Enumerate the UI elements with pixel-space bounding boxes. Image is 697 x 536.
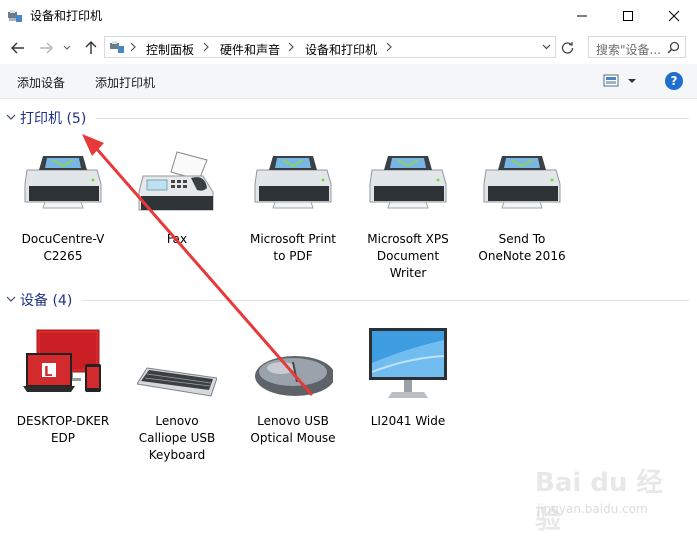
close-icon: [668, 10, 680, 22]
breadcrumb-separator-icon: [288, 42, 294, 52]
watermark-brand: Bai du 经验: [535, 468, 663, 535]
breadcrumb-hardware-sound[interactable]: 硬件和声音: [220, 41, 280, 58]
device-label: DocuCentre-V C2265: [21, 232, 105, 263]
printer-icon: [254, 156, 332, 209]
add-printer-button[interactable]: 添加打印机: [95, 74, 155, 91]
device-label: Microsoft Print to PDF: [249, 232, 337, 263]
add-device-button[interactable]: 添加设备: [17, 74, 65, 91]
device-item-ms-xps-writer[interactable]: Microsoft XPS Document Writer: [353, 146, 463, 286]
back-button[interactable]: [8, 38, 28, 58]
monitor-icon: [369, 328, 447, 398]
mouse-icon: [255, 356, 333, 396]
help-button[interactable]: ?: [665, 72, 683, 90]
minimize-button[interactable]: [559, 0, 605, 32]
device-item-mouse[interactable]: Lenovo USB Optical Mouse: [238, 328, 348, 448]
device-item-ms-print-to-pdf[interactable]: Microsoft Print to PDF: [238, 146, 348, 271]
group-divider: [82, 300, 689, 301]
svg-text:L: L: [44, 365, 52, 380]
group-divider: [96, 118, 689, 119]
breadcrumb-devices-printers[interactable]: 设备和打印机: [305, 41, 377, 58]
control-panel-icon: [110, 41, 124, 53]
watermark: Bai du 经验 jingyan.baidu.com: [535, 462, 685, 535]
device-label: Lenovo Calliope USB Keyboard: [138, 414, 216, 462]
device-label: Microsoft XPS Document Writer: [367, 232, 449, 280]
forward-button[interactable]: [36, 38, 56, 58]
address-dropdown-icon[interactable]: [542, 44, 551, 50]
group-title: 打印机 (5): [20, 111, 87, 127]
devices-printers-icon: [8, 10, 22, 22]
device-label: Lenovo USB Optical Mouse: [250, 414, 336, 445]
fax-icon: [138, 151, 214, 211]
group-title: 设备 (4): [20, 293, 73, 309]
chevron-down-icon: [6, 114, 16, 120]
breadcrumb-separator-icon: [130, 42, 136, 52]
change-view-button[interactable]: [603, 72, 637, 90]
view-options-icon: [603, 74, 636, 87]
group-header-printers[interactable]: 打印机 (5): [0, 107, 697, 129]
device-item-keyboard[interactable]: Lenovo Calliope USB Keyboard: [122, 328, 232, 468]
window-title: 设备和打印机: [30, 9, 103, 23]
close-button[interactable]: [651, 0, 697, 32]
maximize-button[interactable]: [605, 0, 651, 32]
arrow-up-icon: [85, 41, 97, 54]
device-label: Fax: [166, 232, 188, 246]
device-item-monitor[interactable]: LI2041 Wide: [353, 328, 463, 428]
search-input[interactable]: 搜索"设备...: [588, 36, 686, 58]
group-header-devices[interactable]: 设备 (4): [0, 289, 697, 311]
maximize-icon: [623, 11, 633, 21]
device-label: Send To OneNote 2016: [478, 232, 566, 263]
keyboard-icon: [137, 367, 217, 397]
printer-icon: [369, 156, 447, 209]
command-toolbar: 添加设备 添加打印机: [0, 64, 697, 99]
chevron-down-icon: [6, 296, 16, 302]
breadcrumb-separator-icon: [386, 42, 392, 52]
printer-icon: [24, 156, 102, 209]
device-item-fax[interactable]: Fax: [122, 146, 232, 246]
device-item-send-to-onenote[interactable]: Send To OneNote 2016: [467, 146, 577, 271]
title-bar: 设备和打印机: [0, 0, 697, 32]
arrow-right-icon: [40, 42, 53, 54]
arrow-left-icon: [11, 42, 24, 54]
address-bar[interactable]: 控制面板 硬件和声音 设备和打印机: [104, 36, 556, 58]
help-icon: ?: [670, 74, 678, 88]
device-item-docucentre[interactable]: DocuCentre-V C2265: [8, 146, 118, 271]
breadcrumb-control-panel[interactable]: 控制面板: [146, 41, 194, 58]
refresh-button[interactable]: [558, 37, 576, 57]
up-button[interactable]: [81, 38, 101, 58]
device-item-desktop[interactable]: L DESKTOP-DKER EDP: [8, 328, 118, 448]
watermark-url: jingyan.baidu.com: [537, 502, 648, 516]
device-label: DESKTOP-DKER EDP: [16, 414, 110, 445]
computer-icon: L: [23, 329, 101, 392]
recent-locations-button[interactable]: [61, 38, 73, 58]
refresh-icon: [561, 41, 573, 54]
search-icon: [667, 41, 680, 54]
minimize-icon: [577, 15, 587, 17]
printer-icon: [483, 156, 561, 209]
breadcrumb-separator-icon: [203, 42, 209, 52]
chevron-down-icon: [63, 45, 71, 50]
device-label: LI2041 Wide: [370, 414, 446, 428]
search-placeholder: 搜索"设备...: [596, 43, 661, 57]
